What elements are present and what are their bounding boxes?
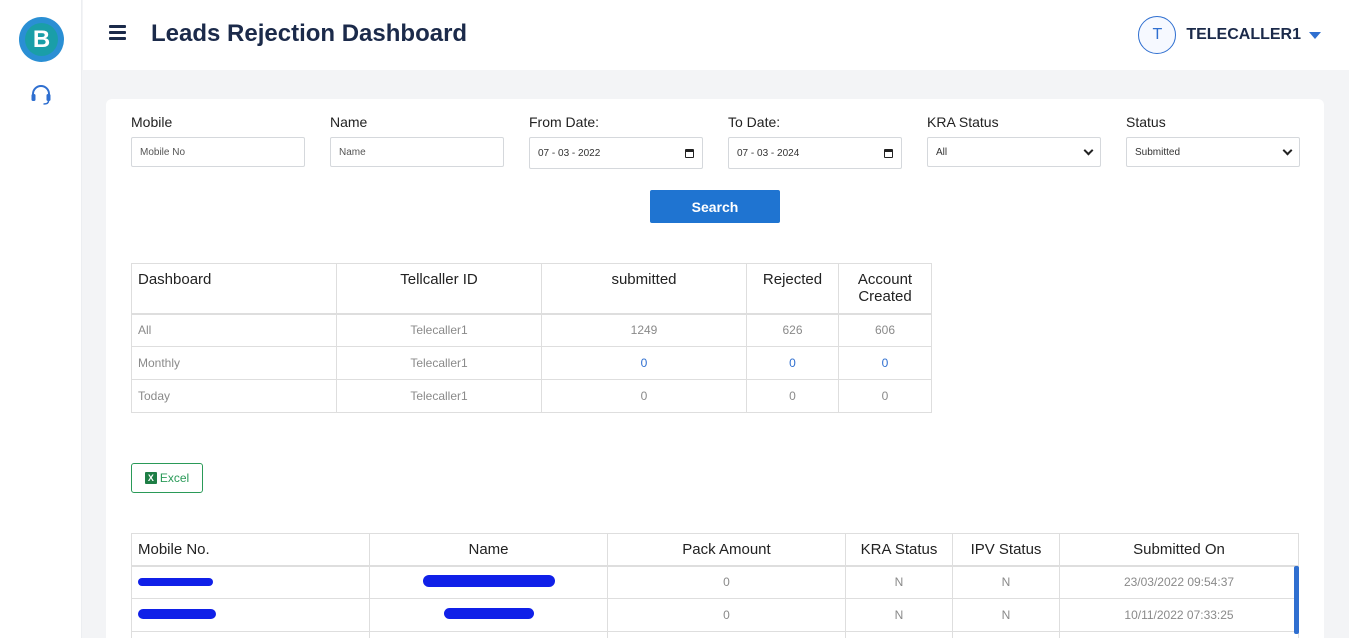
from-date-label: From Date: — [529, 114, 600, 130]
column-header[interactable]: IPV Status — [952, 533, 1060, 566]
page-title: Leads Rejection Dashboard — [151, 20, 468, 47]
count-link[interactable]: 0 — [838, 346, 932, 380]
table-row[interactable]: 0 N N 10/11/2022 07:33:25 — [131, 598, 1299, 632]
redacted-name — [369, 598, 608, 632]
from-date-input[interactable]: 07 - 03 - 2022 — [529, 137, 703, 169]
redacted-mobile — [131, 598, 370, 632]
status-select[interactable]: Submitted — [1126, 137, 1300, 167]
headset-icon[interactable] — [29, 82, 53, 106]
column-header: Tellcaller ID — [336, 263, 542, 314]
excel-label: Excel — [159, 471, 190, 485]
from-date-filter: From Date: 07 - 03 - 2022 — [529, 114, 703, 169]
mobile-input[interactable]: Mobile No — [131, 137, 305, 167]
column-header: Account Created — [838, 263, 932, 314]
menu-icon[interactable] — [109, 25, 126, 41]
kra-status-filter: KRA Status All — [927, 114, 1101, 167]
kra-status-label: KRA Status — [927, 114, 999, 130]
calendar-icon[interactable] — [884, 148, 893, 158]
column-header: submitted — [541, 263, 747, 314]
app-logo[interactable]: B — [19, 17, 64, 62]
caret-down-icon — [1309, 31, 1321, 39]
kra-status-select[interactable]: All — [927, 137, 1101, 167]
column-header[interactable]: Mobile No. — [131, 533, 370, 566]
table-row: Monthly Telecaller1 0 0 0 — [131, 346, 932, 380]
search-button[interactable]: Search — [650, 190, 780, 223]
table-row[interactable] — [131, 631, 1299, 638]
mobile-filter: Mobile Mobile No — [131, 114, 305, 167]
excel-export-button[interactable]: X Excel — [131, 463, 203, 493]
status-filter: Status Submitted — [1126, 114, 1300, 167]
table-row: Today Telecaller1 0 0 0 — [131, 379, 932, 413]
status-label: Status — [1126, 114, 1166, 130]
calendar-icon[interactable] — [685, 148, 694, 158]
column-header: Rejected — [746, 263, 839, 314]
count-link[interactable]: 0 — [746, 346, 839, 380]
name-input[interactable]: Name — [330, 137, 504, 167]
table-scrollbar[interactable] — [1294, 566, 1299, 634]
column-header[interactable]: KRA Status — [845, 533, 953, 566]
to-date-filter: To Date: 07 - 03 - 2024 — [728, 114, 902, 169]
name-filter: Name Name — [330, 114, 504, 167]
column-header[interactable]: Pack Amount — [607, 533, 846, 566]
name-label: Name — [330, 114, 368, 130]
column-header: Dashboard — [131, 263, 337, 314]
chevron-down-icon — [1282, 145, 1293, 155]
table-row: All Telecaller1 1249 626 606 — [131, 312, 932, 347]
summary-table: Dashboard Tellcaller ID submitted Reject… — [131, 263, 932, 413]
chevron-down-icon — [1083, 145, 1094, 155]
count-link[interactable]: 0 — [541, 346, 747, 380]
top-bar: Leads Rejection Dashboard T TELECALLER1 — [83, 0, 1349, 70]
excel-icon: X — [144, 472, 157, 484]
avatar: T — [1138, 16, 1177, 54]
redacted-name — [369, 564, 608, 599]
leads-table: Mobile No. Name Pack Amount KRA Status I… — [131, 533, 1299, 638]
to-date-label: To Date: — [728, 114, 781, 130]
user-menu[interactable]: T TELECALLER1 — [1138, 16, 1321, 54]
sidebar: B — [0, 0, 82, 638]
column-header[interactable]: Name — [369, 533, 608, 566]
to-date-input[interactable]: 07 - 03 - 2024 — [728, 137, 902, 169]
column-header[interactable]: Submitted On — [1059, 533, 1299, 566]
logo-letter: B — [25, 23, 58, 56]
mobile-label: Mobile — [131, 114, 173, 130]
content-card: Mobile Mobile No Name Name From Date: 07… — [106, 99, 1324, 638]
username: TELECALLER1 — [1186, 26, 1301, 43]
table-row[interactable]: 0 N N 23/03/2022 09:54:37 — [131, 564, 1299, 599]
redacted-mobile — [131, 564, 370, 599]
